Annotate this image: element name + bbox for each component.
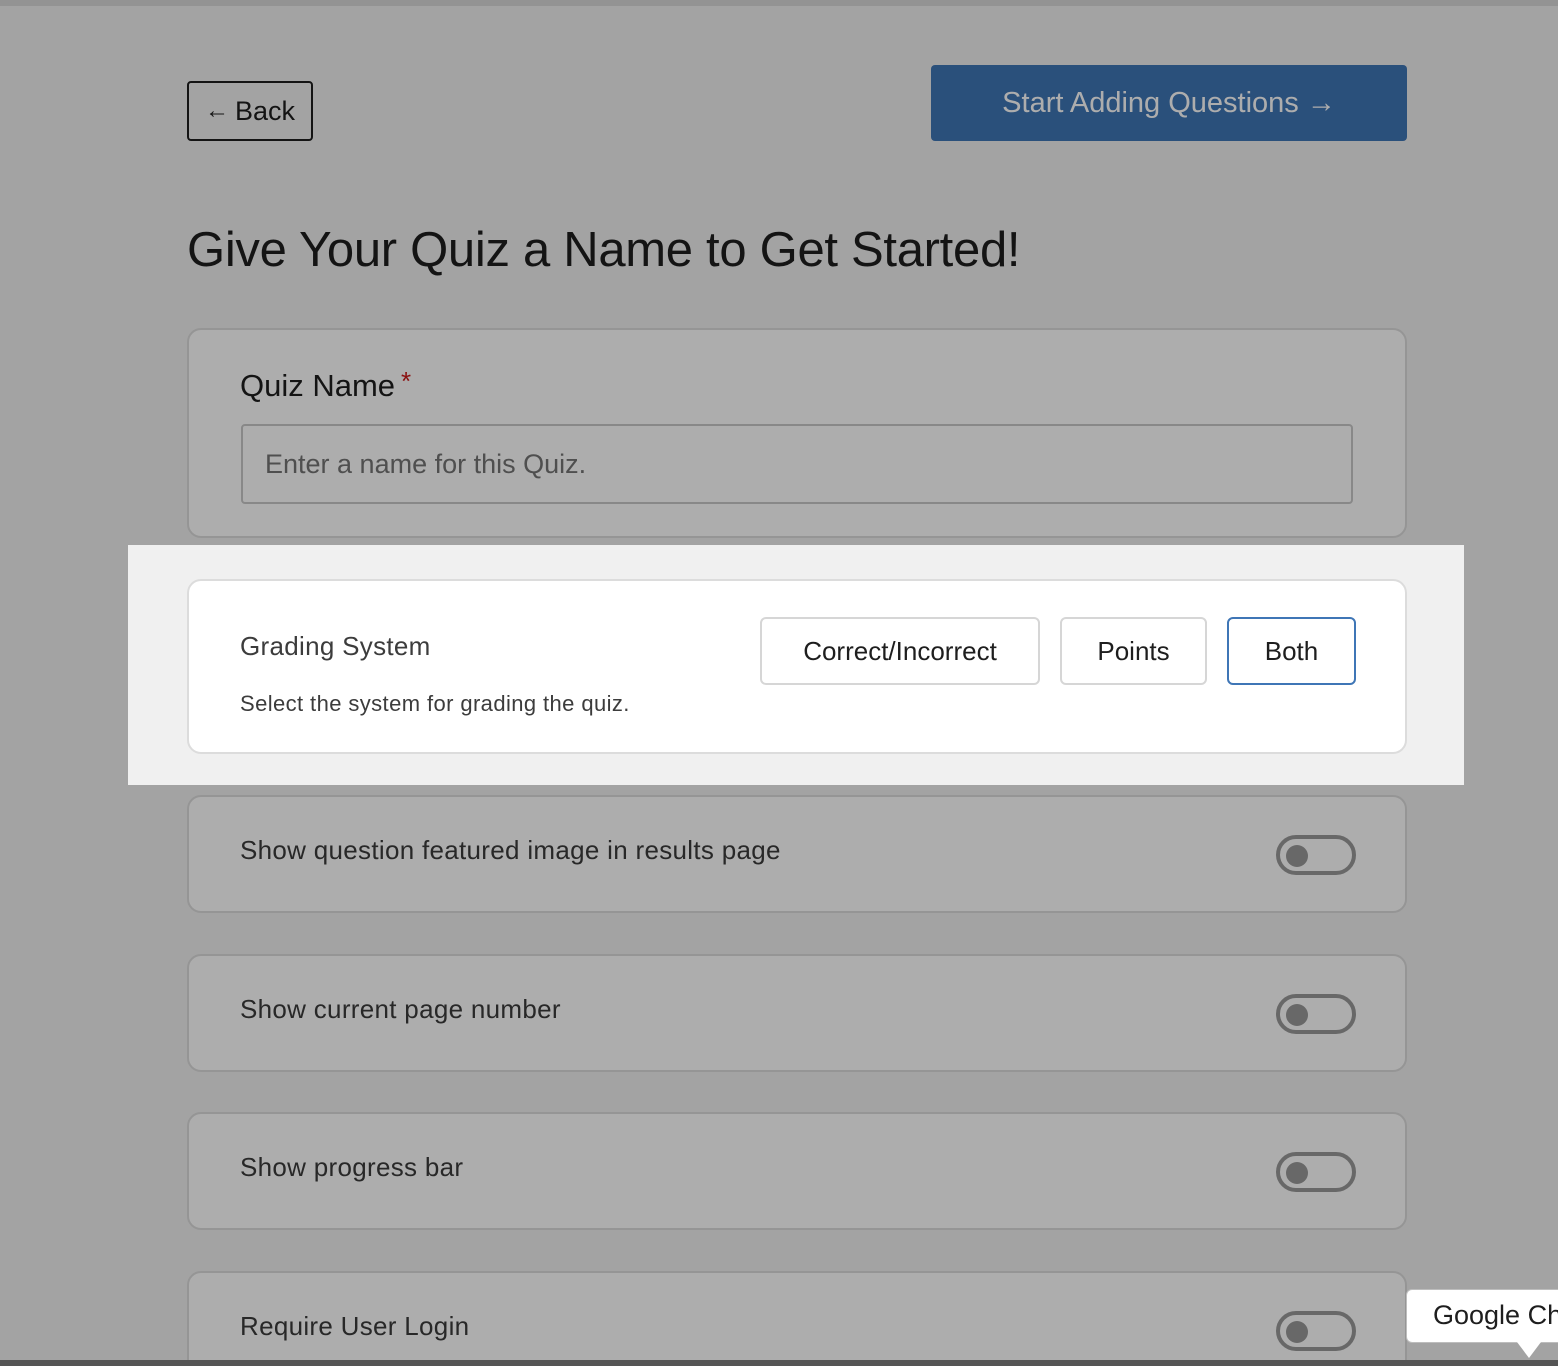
- spotlight-overlay-bottom: [0, 785, 1558, 1366]
- grading-system-title: Grading System: [240, 631, 431, 661]
- tooltip-pointer: [1517, 1342, 1541, 1358]
- spotlight-overlay-right: [1464, 545, 1558, 785]
- grading-option-correct-incorrect[interactable]: Correct/Incorrect: [760, 617, 1040, 685]
- spotlight-overlay-top: [0, 0, 1558, 545]
- quiz-setup-page: ← Back Start Adding Questions → Give You…: [0, 0, 1558, 1366]
- tooltip: Google Ch: [1406, 1289, 1558, 1343]
- grading-system-description: Select the system for grading the quiz.: [240, 691, 630, 716]
- spotlight-overlay-left: [0, 545, 128, 785]
- grading-option-points[interactable]: Points: [1060, 617, 1207, 685]
- taskbar-edge: [0, 1360, 1558, 1366]
- grading-option-both[interactable]: Both: [1227, 617, 1356, 685]
- grading-system-card: Grading System Select the system for gra…: [187, 579, 1407, 754]
